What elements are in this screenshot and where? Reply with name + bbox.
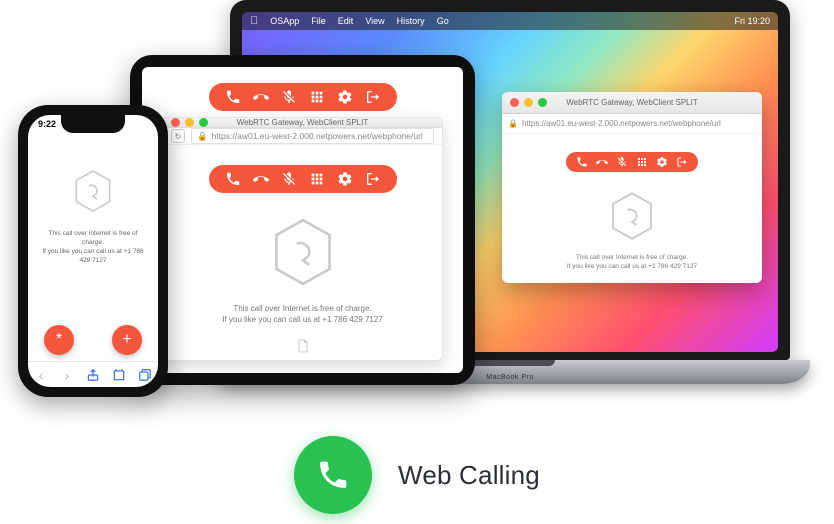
settings-icon[interactable]: [337, 89, 353, 105]
mac-browser-window[interactable]: WebRTC Gateway, WebClient SPLIT 🔒 https:…: [502, 92, 762, 283]
back-icon[interactable]: ‹: [33, 367, 49, 383]
footer-label: Web Calling: [398, 460, 540, 491]
tablet-device: WebRTC Gateway, WebClient SPLIT ↻ 🔒 http…: [130, 55, 475, 385]
tablet-browser-window[interactable]: WebRTC Gateway, WebClient SPLIT ↻ 🔒 http…: [162, 117, 443, 361]
phone-device: 9:22 This call over Internet is free of …: [18, 105, 168, 397]
tablet-url-text: https://aw01.eu-west-2.000.netpowers.net…: [212, 131, 428, 141]
tablet-window-title: WebRTC Gateway, WebClient SPLIT: [163, 118, 442, 127]
call-notice: This call over Internet is free of charg…: [28, 229, 158, 265]
add-fab[interactable]: +: [112, 325, 142, 355]
menubar-app[interactable]: OSApp: [270, 16, 299, 26]
menubar-item-file[interactable]: File: [311, 16, 326, 26]
phone-page-body: This call over Internet is free of charg…: [28, 141, 158, 361]
call-toolbar: [209, 165, 397, 193]
maximize-icon[interactable]: [538, 98, 547, 107]
call-cta-button[interactable]: [294, 436, 372, 514]
menubar-item-edit[interactable]: Edit: [338, 16, 354, 26]
hang-up-icon[interactable]: [253, 89, 269, 105]
dialpad-icon[interactable]: [309, 89, 325, 105]
call-notice-line2: If you like you can call us at +1 786 42…: [512, 262, 752, 271]
brand-logo-icon: [609, 191, 655, 241]
call-toolbar: [566, 152, 698, 172]
laptop-model: MacBook Pro: [486, 374, 534, 381]
apple-logo-icon: : [250, 15, 258, 27]
footer: Web Calling: [0, 436, 834, 514]
tablet-page-body: This call over Internet is free of charg…: [163, 145, 442, 361]
mac-menubar:  OSApp File Edit View History Go Fri 19…: [242, 12, 778, 30]
mac-titlebar[interactable]: WebRTC Gateway, WebClient SPLIT: [502, 92, 762, 114]
menubar-clock: Fri 19:20: [734, 16, 770, 26]
menubar-item-history[interactable]: History: [397, 16, 425, 26]
call-notice-line1: This call over Internet is free of charg…: [38, 229, 148, 247]
phone-time: 9:22: [38, 119, 56, 129]
mac-page-body: This call over Internet is free of charg…: [502, 134, 762, 283]
call-notice-line2: If you like you can call us at +1 786 42…: [175, 314, 430, 325]
settings-icon[interactable]: [656, 156, 668, 168]
mute-icon[interactable]: [281, 89, 297, 105]
hang-up-icon[interactable]: [253, 171, 269, 187]
tablet-url-bar: ↻ 🔒 https://aw01.eu-west-2.000.netpowers…: [163, 128, 442, 145]
reload-icon[interactable]: ↻: [171, 129, 185, 143]
phone-screen: 9:22 This call over Internet is free of …: [28, 115, 158, 387]
lock-icon: 🔒: [508, 119, 518, 128]
call-notice: This call over Internet is free of charg…: [512, 253, 752, 271]
exit-icon[interactable]: [676, 156, 688, 168]
dialpad-icon[interactable]: [309, 171, 325, 187]
minimize-icon[interactable]: [524, 98, 533, 107]
mute-icon[interactable]: [616, 156, 628, 168]
exit-icon[interactable]: [365, 89, 381, 105]
mute-icon[interactable]: [281, 171, 297, 187]
exit-icon[interactable]: [365, 171, 381, 187]
share-icon[interactable]: [85, 367, 101, 383]
tabs-icon[interactable]: [137, 367, 153, 383]
tablet-titlebar[interactable]: WebRTC Gateway, WebClient SPLIT: [163, 118, 442, 128]
call-toolbar: [209, 83, 397, 111]
dialpad-fab[interactable]: *: [44, 325, 74, 355]
call-notice: This call over Internet is free of charg…: [175, 303, 430, 325]
url-field[interactable]: 🔒 https://aw01.eu-west-2.000.netpowers.n…: [191, 128, 434, 144]
call-notice-line1: This call over Internet is free of charg…: [175, 303, 430, 314]
window-controls[interactable]: [510, 98, 547, 107]
phone-toolbar: ‹ ›: [28, 361, 158, 387]
call-icon[interactable]: [225, 89, 241, 105]
mac-url-bar[interactable]: 🔒 https://aw01.eu-west-2.000.netpowers.n…: [502, 114, 762, 134]
mac-url-text: https://aw01.eu-west-2.000.netpowers.net…: [522, 119, 721, 128]
settings-icon[interactable]: [337, 171, 353, 187]
menubar-item-view[interactable]: View: [365, 16, 384, 26]
bookmark-icon[interactable]: [111, 367, 127, 383]
document-icon[interactable]: [175, 339, 430, 356]
call-notice-line1: This call over Internet is free of charg…: [512, 253, 752, 262]
phone-icon: [316, 458, 350, 492]
menubar-item-go[interactable]: Go: [437, 16, 449, 26]
hang-up-icon[interactable]: [596, 156, 608, 168]
dialpad-icon[interactable]: [636, 156, 648, 168]
call-icon[interactable]: [576, 156, 588, 168]
forward-icon[interactable]: ›: [59, 367, 75, 383]
brand-logo-icon: [73, 169, 113, 213]
close-icon[interactable]: [510, 98, 519, 107]
call-icon[interactable]: [225, 171, 241, 187]
phone-notch: [61, 115, 125, 133]
tablet-screen: WebRTC Gateway, WebClient SPLIT ↻ 🔒 http…: [142, 67, 463, 373]
brand-logo-icon: [271, 217, 335, 287]
call-notice-line2: If you like you can call us at +1 786 42…: [38, 247, 148, 265]
lock-icon: 🔒: [197, 131, 208, 142]
